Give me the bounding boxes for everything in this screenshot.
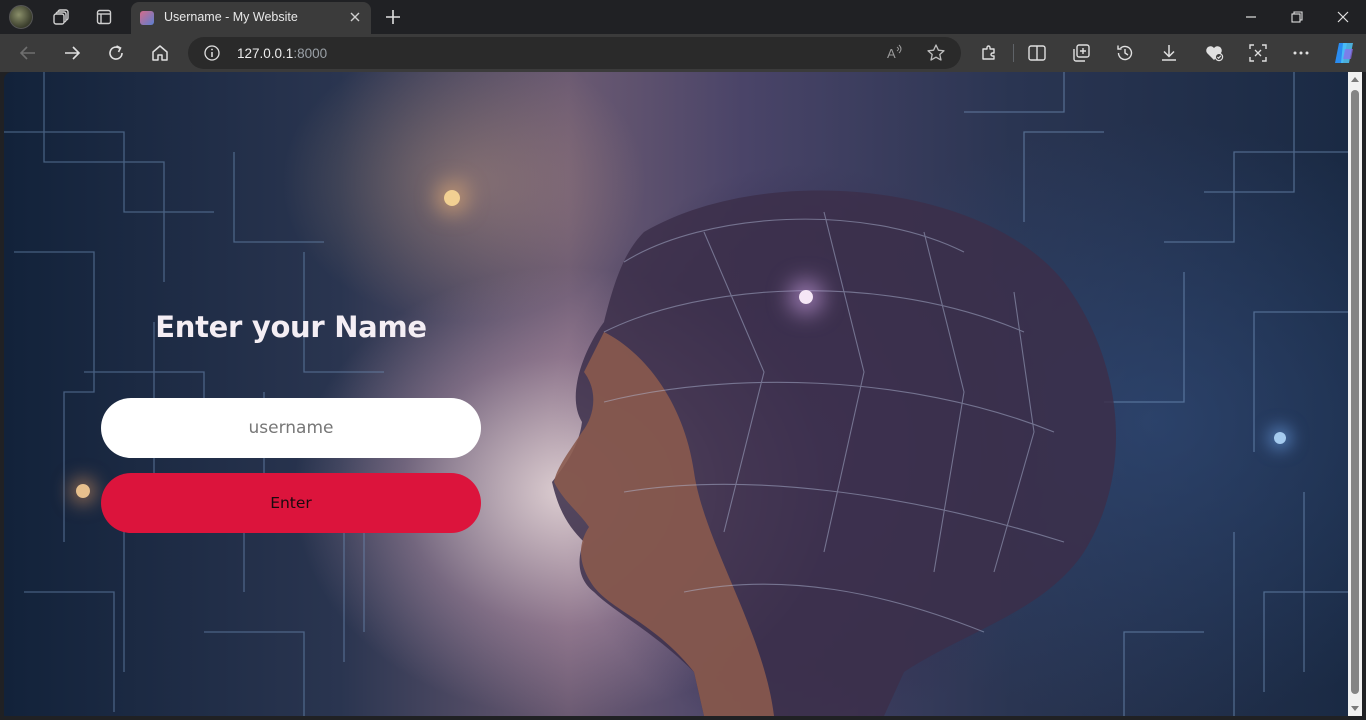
scroll-up-icon[interactable] [1351, 77, 1359, 82]
ellipsis-icon[interactable] [1291, 43, 1311, 63]
download-icon[interactable] [1159, 43, 1179, 63]
read-aloud-icon[interactable]: A [885, 43, 905, 63]
arrow-right-icon[interactable] [57, 39, 87, 67]
screenshot-icon[interactable] [1248, 43, 1268, 63]
page-viewport: Enter your Name Enter [4, 72, 1348, 716]
vertical-tabs-icon[interactable] [90, 5, 118, 29]
tab-title: Username - My Website [164, 10, 298, 24]
profile-avatar[interactable] [9, 5, 33, 29]
url-port: :8000 [293, 46, 328, 61]
background-artwork [4, 72, 1348, 716]
page-scrollbar[interactable] [1348, 72, 1362, 716]
collections-icon[interactable] [1071, 43, 1091, 63]
restore-button[interactable] [1274, 0, 1320, 34]
arrow-left-icon[interactable] [13, 39, 43, 67]
svg-text:A: A [887, 46, 896, 61]
username-input[interactable] [101, 398, 481, 458]
active-tab[interactable]: Username - My Website [131, 2, 371, 34]
enter-button[interactable]: Enter [101, 473, 481, 533]
url-text[interactable]: 127.0.0.1:8000 [237, 46, 327, 61]
site-favicon [140, 11, 154, 25]
light-orb [799, 290, 813, 304]
url-host: 127.0.0.1 [237, 46, 294, 61]
refresh-icon[interactable] [101, 39, 131, 67]
copilot-icon[interactable] [1331, 41, 1357, 65]
puzzle-icon[interactable] [979, 43, 999, 63]
light-orb [76, 484, 90, 498]
home-icon[interactable] [145, 39, 175, 67]
close-window-button[interactable] [1320, 0, 1366, 34]
page-title: Enter your Name [155, 310, 427, 344]
toolbar-separator [1013, 44, 1014, 62]
scroll-down-icon[interactable] [1351, 706, 1359, 711]
workspaces-icon[interactable] [48, 5, 76, 29]
info-icon[interactable] [204, 45, 220, 61]
title-bar: Username - My Website [0, 0, 1366, 34]
plus-icon[interactable] [381, 5, 405, 29]
minimize-button[interactable] [1228, 0, 1274, 34]
browser-toolbar: 127.0.0.1:8000 A [0, 34, 1366, 72]
scrollbar-thumb[interactable] [1351, 90, 1359, 694]
address-bar[interactable]: 127.0.0.1:8000 A [188, 37, 961, 69]
light-orb [1274, 432, 1286, 444]
star-icon[interactable] [926, 43, 946, 63]
light-orb [444, 190, 460, 206]
history-icon[interactable] [1115, 43, 1135, 63]
heart-pulse-icon[interactable] [1204, 43, 1224, 63]
close-icon[interactable] [347, 9, 363, 25]
split-screen-icon[interactable] [1027, 43, 1047, 63]
